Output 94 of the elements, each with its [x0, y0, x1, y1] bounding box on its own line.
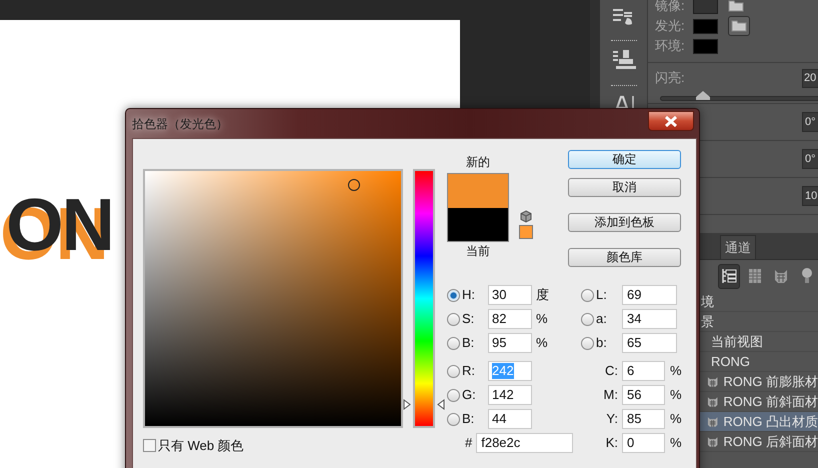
- input-field[interactable]: 142: [488, 385, 532, 405]
- web-safe-swatch[interactable]: [519, 225, 533, 239]
- field-label: K:: [604, 434, 619, 452]
- radio-button[interactable]: [581, 288, 594, 302]
- current-color-label: 当前: [466, 244, 490, 259]
- grip-handle[interactable]: [610, 40, 636, 43]
- hex-label: #: [465, 434, 472, 452]
- input-field[interactable]: 56: [622, 385, 665, 405]
- radio-button[interactable]: [447, 412, 460, 426]
- map-label: 环境:: [655, 37, 686, 56]
- radio-button[interactable]: [581, 336, 594, 350]
- field-label: H:: [461, 286, 476, 304]
- view-button[interactable]: [718, 264, 740, 288]
- grip-handle[interactable]: [610, 85, 636, 88]
- field-label: B:: [461, 410, 476, 428]
- unit-label: %: [536, 310, 548, 328]
- scene-list-icon: [720, 267, 738, 285]
- field-label: M:: [602, 386, 619, 404]
- unit-label: %: [670, 410, 682, 428]
- input-field[interactable]: 34: [622, 309, 677, 329]
- value-field[interactable]: 0°: [802, 112, 818, 132]
- field-label: G:: [461, 386, 477, 404]
- hex-field[interactable]: f28e2c: [476, 433, 574, 453]
- map-label: 发光:: [655, 17, 686, 36]
- unit-label: 度: [536, 286, 549, 304]
- value-field[interactable]: 20: [802, 68, 818, 88]
- cube-icon[interactable]: [520, 210, 532, 223]
- dialog-button[interactable]: 颜色库: [568, 248, 681, 267]
- radio-button[interactable]: [447, 336, 460, 350]
- color-swatch[interactable]: [693, 38, 718, 54]
- radio-button[interactable]: [447, 312, 460, 326]
- radio-button[interactable]: [581, 312, 594, 326]
- input-field[interactable]: 30: [488, 285, 532, 305]
- material-icon: [707, 396, 718, 408]
- tree-label: 当前视图: [711, 332, 763, 351]
- material-icon: [707, 416, 718, 428]
- material-icon: [707, 436, 718, 448]
- tree-label: RONG 凸出材质: [723, 412, 818, 431]
- folder-button[interactable]: [728, 16, 750, 36]
- input-field[interactable]: 6: [622, 361, 665, 381]
- panel-tab[interactable]: 通道: [720, 235, 756, 259]
- field-label: Y:: [605, 410, 619, 428]
- tree-label: 景: [701, 312, 714, 331]
- field-label: b:: [595, 334, 608, 352]
- tree-label: RONG 前斜面材: [723, 392, 818, 411]
- hue-thumb[interactable]: [403, 399, 445, 410]
- input-field[interactable]: 95: [488, 333, 532, 353]
- dialog-button[interactable]: 取消: [568, 178, 681, 197]
- new-color-label: 新的: [466, 155, 490, 170]
- table-icon: [748, 268, 762, 284]
- input-field[interactable]: 85: [622, 409, 665, 429]
- picker-marker[interactable]: [348, 179, 360, 191]
- field-label: a:: [595, 310, 608, 328]
- field-label: S:: [461, 310, 476, 328]
- folder-icon: [731, 19, 747, 33]
- radio-button[interactable]: [447, 288, 460, 302]
- shine-label: 闪亮:: [655, 69, 685, 88]
- window-title: 拾色器（发光色）: [132, 116, 228, 132]
- tree-label: RONG 后斜面材: [723, 432, 818, 451]
- unit-label: %: [536, 334, 548, 352]
- tree-label: 境: [701, 292, 714, 311]
- checkbox[interactable]: [143, 439, 156, 452]
- folder-icon[interactable]: [728, 0, 744, 13]
- color-swatch[interactable]: [693, 18, 718, 34]
- checkbox-label: 只有 Web 颜色: [158, 437, 244, 455]
- color-swatch[interactable]: [693, 0, 718, 14]
- radio-button[interactable]: [447, 388, 460, 402]
- field-label: C:: [604, 362, 619, 380]
- value-field[interactable]: 10: [802, 186, 818, 206]
- color-field[interactable]: [143, 169, 403, 428]
- tree-label: RONG: [711, 352, 750, 371]
- dialog-button[interactable]: 添加到色板: [568, 213, 681, 232]
- material-icon: [707, 376, 718, 388]
- field-label: R:: [461, 362, 476, 380]
- logo-artwork: ON: [6, 188, 114, 262]
- mesh-icon: [773, 268, 789, 284]
- shine-slider[interactable]: [660, 91, 818, 101]
- close-icon: [664, 116, 678, 126]
- input-field[interactable]: 69: [622, 285, 677, 305]
- input-field[interactable]: 65: [622, 333, 677, 353]
- dialog-button[interactable]: 确定: [568, 150, 681, 169]
- hue-slider[interactable]: [403, 169, 445, 428]
- slider-thumb[interactable]: [696, 91, 710, 100]
- input-field[interactable]: 44: [488, 409, 532, 429]
- input-field[interactable]: 0: [622, 433, 665, 453]
- tree-label: RONG 前膨胀材: [723, 372, 818, 391]
- bulb-icon: [801, 267, 813, 285]
- field-label: B:: [461, 334, 476, 352]
- radio-button[interactable]: [447, 364, 460, 378]
- unit-label: %: [670, 434, 682, 452]
- value-field[interactable]: 0°: [802, 149, 818, 169]
- input-field[interactable]: 82: [488, 309, 532, 329]
- close-button[interactable]: [648, 111, 694, 131]
- field-label: L:: [595, 286, 608, 304]
